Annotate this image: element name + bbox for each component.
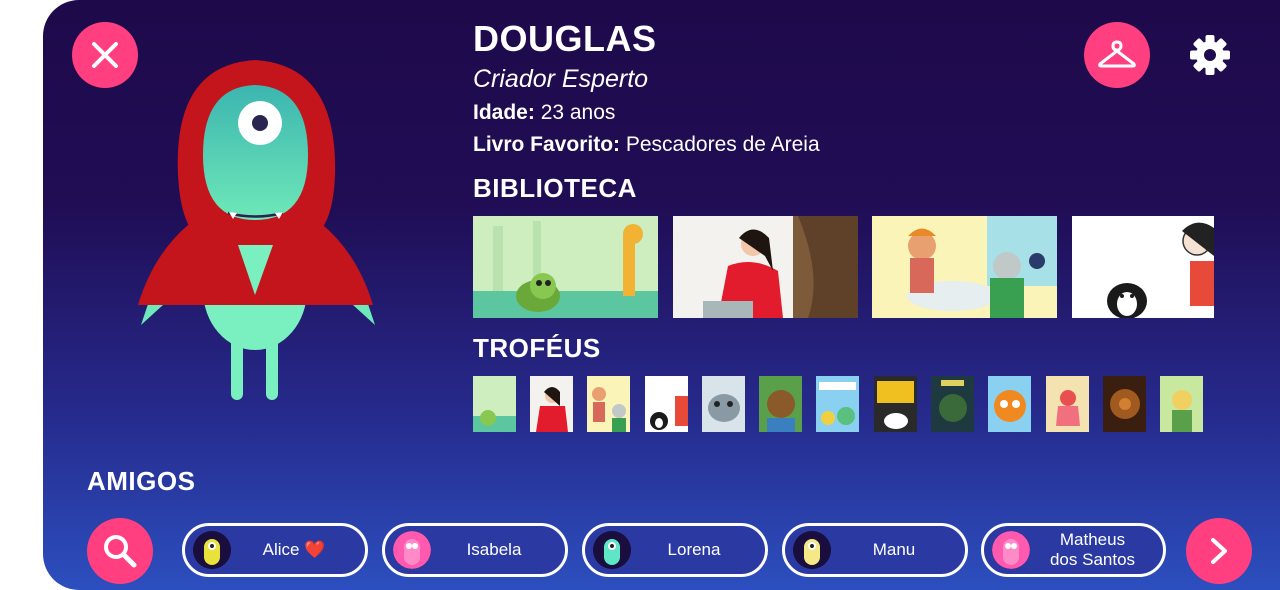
friend-name-line2: dos Santos — [1049, 550, 1136, 569]
book-cover — [1072, 216, 1214, 318]
friend-card-alice[interactable]: Alice ❤️ — [182, 523, 368, 577]
trophy-image — [645, 376, 688, 432]
profile-age: Idade: 23 anos — [473, 101, 615, 125]
hanger-icon — [1098, 40, 1136, 68]
trophy[interactable] — [931, 376, 974, 432]
trophy[interactable] — [1103, 376, 1146, 432]
profile-title: Criador Esperto — [473, 65, 649, 93]
book-cover — [473, 216, 658, 318]
trophy[interactable] — [874, 376, 917, 432]
friend-card-lorena[interactable]: Lorena — [582, 523, 768, 577]
close-icon — [92, 42, 118, 68]
trophy[interactable] — [587, 376, 630, 432]
heart-icon: ❤️ — [304, 540, 326, 559]
book-cover — [872, 216, 1057, 318]
profile-favorite-book: Livro Favorito: Pescadores de Areia — [473, 133, 820, 157]
trophy[interactable] — [1160, 376, 1203, 432]
age-label: Idade: — [473, 101, 535, 124]
search-friends-button[interactable] — [87, 518, 153, 584]
trophy[interactable] — [473, 376, 516, 432]
friend-avatar — [992, 531, 1030, 569]
friend-avatar — [393, 531, 431, 569]
gear-icon — [1190, 35, 1230, 75]
favorite-book-label: Livro Favorito: — [473, 133, 621, 156]
library-book[interactable] — [673, 216, 858, 318]
profile-name: DOUGLAS — [473, 18, 657, 59]
book-cover — [673, 216, 858, 318]
friend-name: Alice ❤️ — [231, 540, 365, 560]
library-book[interactable] — [473, 216, 658, 318]
next-friends-button[interactable] — [1186, 518, 1252, 584]
wardrobe-button[interactable] — [1084, 22, 1150, 88]
friend-name: Isabela — [466, 540, 522, 559]
trophies-heading: TROFÉUS — [473, 333, 601, 363]
library-heading: BIBLIOTECA — [473, 173, 637, 203]
library-book[interactable] — [1072, 216, 1214, 318]
trophy[interactable] — [702, 376, 745, 432]
trophy-image — [816, 376, 859, 432]
friend-name-line1: Matheus — [1059, 530, 1126, 549]
profile-screen: DOUGLAS Criador Esperto Idade: 23 anos L… — [43, 0, 1280, 590]
trophy-image — [702, 376, 745, 432]
settings-button[interactable] — [1188, 33, 1232, 77]
close-button[interactable] — [72, 22, 138, 88]
trophy[interactable] — [530, 376, 573, 432]
favorite-book-value: Pescadores de Areia — [625, 133, 820, 156]
trophy-image — [931, 376, 974, 432]
trophy[interactable] — [645, 376, 688, 432]
chevron-right-icon — [1211, 538, 1227, 564]
trophy[interactable] — [816, 376, 859, 432]
friend-card-manu[interactable]: Manu — [782, 523, 968, 577]
trophy-image — [587, 376, 630, 432]
trophy-image — [1103, 376, 1146, 432]
friend-avatar — [793, 531, 831, 569]
friends-heading: AMIGOS — [87, 466, 196, 496]
friend-card-matheus[interactable]: Matheus dos Santos — [981, 523, 1166, 577]
search-icon — [104, 535, 137, 568]
trophy-image — [1046, 376, 1089, 432]
trophy-image — [874, 376, 917, 432]
friend-avatar — [193, 531, 231, 569]
friend-name-text: Alice — [262, 540, 300, 559]
trophy-image — [1160, 376, 1203, 432]
friend-name: Matheus dos Santos — [1030, 530, 1163, 570]
trophy[interactable] — [988, 376, 1031, 432]
profile-avatar — [138, 60, 375, 400]
trophy[interactable] — [759, 376, 802, 432]
friend-avatar — [593, 531, 631, 569]
friend-name: Manu — [872, 540, 916, 559]
trophy[interactable] — [1046, 376, 1089, 432]
trophy-image — [473, 376, 516, 432]
trophy-image — [988, 376, 1031, 432]
trophy-image — [530, 376, 573, 432]
friend-card-isabela[interactable]: Isabela — [382, 523, 568, 577]
age-value: 23 anos — [540, 101, 616, 124]
friend-name: Lorena — [667, 540, 721, 559]
library-book[interactable] — [872, 216, 1057, 318]
trophy-image — [759, 376, 802, 432]
